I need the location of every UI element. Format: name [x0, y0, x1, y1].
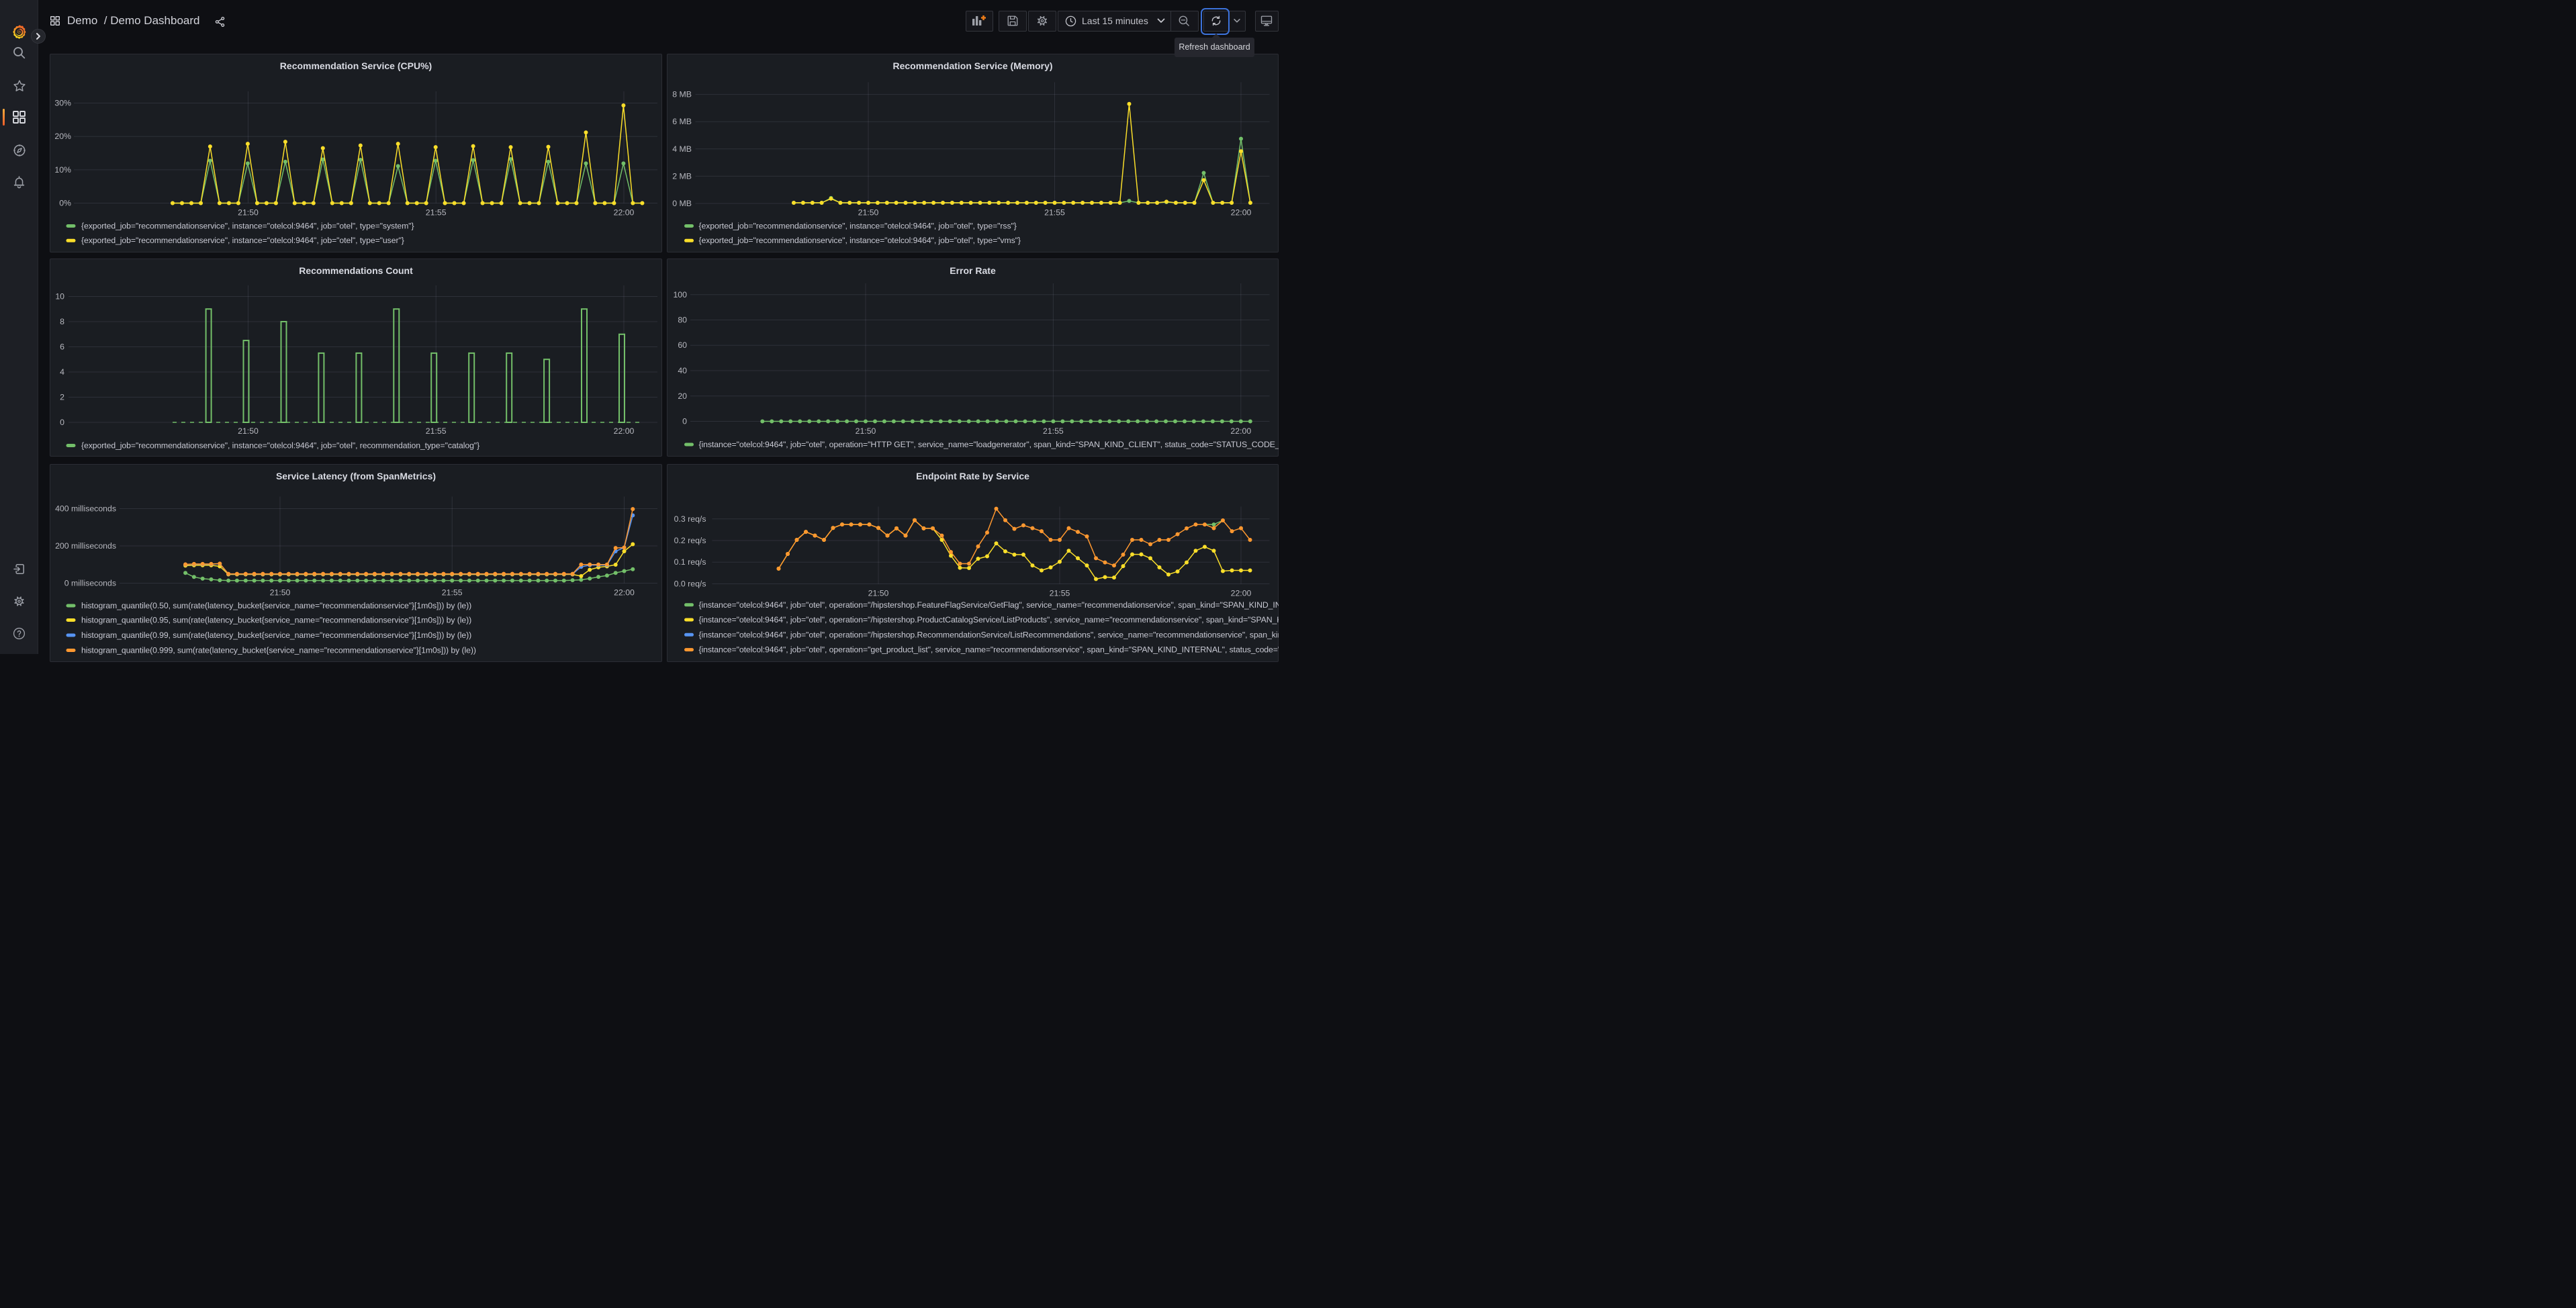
svg-text:200 milliseconds: 200 milliseconds: [55, 541, 116, 551]
svg-text:0.0 req/s: 0.0 req/s: [674, 579, 706, 588]
svg-text:40: 40: [678, 366, 687, 375]
svg-text:22:00: 22:00: [1230, 207, 1251, 217]
svg-text:histogram_quantile(0.999, sum(: histogram_quantile(0.999, sum(rate(laten…: [81, 645, 476, 655]
svg-text:22:00: 22:00: [613, 426, 634, 436]
svg-text:6 MB: 6 MB: [672, 117, 692, 126]
svg-text:0: 0: [60, 418, 64, 427]
svg-text:4: 4: [60, 367, 64, 377]
svg-text:4 MB: 4 MB: [672, 144, 692, 153]
svg-text:80: 80: [678, 316, 687, 325]
svg-text:30%: 30%: [54, 98, 71, 107]
svg-text:{exported_job="recommendations: {exported_job="recommendationservice", i…: [81, 236, 404, 245]
svg-text:{exported_job="recommendations: {exported_job="recommendationservice", i…: [698, 236, 1020, 245]
svg-text:21:55: 21:55: [1049, 588, 1070, 598]
svg-text:21:55: 21:55: [425, 207, 446, 217]
svg-text:Recommendation Service (CPU%): Recommendation Service (CPU%): [279, 60, 431, 71]
svg-text:0%: 0%: [59, 198, 71, 207]
svg-text:0: 0: [682, 417, 687, 426]
svg-text:400 milliseconds: 400 milliseconds: [55, 504, 116, 513]
svg-text:60: 60: [678, 340, 687, 350]
svg-text:Recommendation Service (Memory: Recommendation Service (Memory): [892, 60, 1052, 71]
svg-text:21:55: 21:55: [1044, 207, 1065, 217]
svg-text:20%: 20%: [54, 132, 71, 141]
svg-text:{instance="otelcol:9464", job=: {instance="otelcol:9464", job="otel", op…: [698, 600, 1279, 609]
svg-text:0 MB: 0 MB: [672, 199, 692, 208]
svg-text:8: 8: [60, 317, 64, 326]
svg-text:{instance="otelcol:9464", job=: {instance="otelcol:9464", job="otel", op…: [698, 630, 1279, 639]
svg-text:0 milliseconds: 0 milliseconds: [64, 578, 116, 588]
svg-text:Recommendations Count: Recommendations Count: [299, 265, 413, 276]
svg-text:Service Latency (from SpanMetr: Service Latency (from SpanMetrics): [275, 470, 435, 481]
svg-text:21:50: 21:50: [868, 588, 888, 598]
svg-text:21:50: 21:50: [858, 207, 878, 217]
svg-text:Endpoint Rate by Service: Endpoint Rate by Service: [916, 470, 1029, 481]
svg-text:histogram_quantile(0.95, sum(r: histogram_quantile(0.95, sum(rate(latenc…: [81, 615, 471, 624]
svg-text:21:50: 21:50: [855, 426, 876, 436]
svg-text:{instance="otelcol:9464", job=: {instance="otelcol:9464", job="otel", op…: [698, 645, 1279, 654]
svg-text:histogram_quantile(0.99, sum(r: histogram_quantile(0.99, sum(rate(latenc…: [81, 630, 471, 640]
svg-text:10%: 10%: [54, 165, 71, 174]
svg-text:22:00: 22:00: [613, 207, 634, 217]
svg-text:21:55: 21:55: [1043, 426, 1064, 436]
svg-text:21:50: 21:50: [269, 588, 290, 597]
svg-text:{exported_job="recommendations: {exported_job="recommendationservice", i…: [81, 221, 414, 230]
svg-text:22:00: 22:00: [1230, 588, 1251, 598]
svg-text:21:55: 21:55: [441, 588, 462, 597]
svg-text:22:00: 22:00: [614, 588, 635, 597]
svg-text:0.2 req/s: 0.2 req/s: [674, 536, 706, 545]
svg-text:8 MB: 8 MB: [672, 89, 692, 99]
svg-text:histogram_quantile(0.50, sum(r: histogram_quantile(0.50, sum(rate(latenc…: [81, 601, 471, 610]
svg-text:2: 2: [60, 393, 64, 402]
svg-text:{instance="otelcol:9464", job=: {instance="otelcol:9464", job="otel", op…: [698, 615, 1279, 624]
svg-text:Error Rate: Error Rate: [950, 265, 996, 276]
svg-text:2 MB: 2 MB: [672, 171, 692, 181]
svg-text:{instance="otelcol:9464", job=: {instance="otelcol:9464", job="otel", op…: [698, 440, 1279, 449]
svg-text:{exported_job="recommendations: {exported_job="recommendationservice", i…: [698, 221, 1016, 230]
svg-text:100: 100: [673, 290, 687, 299]
svg-text:{exported_job="recommendations: {exported_job="recommendationservice", i…: [81, 441, 479, 451]
svg-text:6: 6: [60, 342, 64, 352]
svg-text:20: 20: [678, 391, 687, 401]
svg-text:10: 10: [55, 292, 64, 301]
svg-text:21:55: 21:55: [425, 426, 446, 436]
svg-text:22:00: 22:00: [1230, 426, 1251, 436]
svg-text:21:50: 21:50: [238, 207, 259, 217]
svg-text:0.1 req/s: 0.1 req/s: [674, 557, 706, 567]
svg-text:21:50: 21:50: [238, 426, 259, 436]
svg-text:0.3 req/s: 0.3 req/s: [674, 514, 706, 523]
